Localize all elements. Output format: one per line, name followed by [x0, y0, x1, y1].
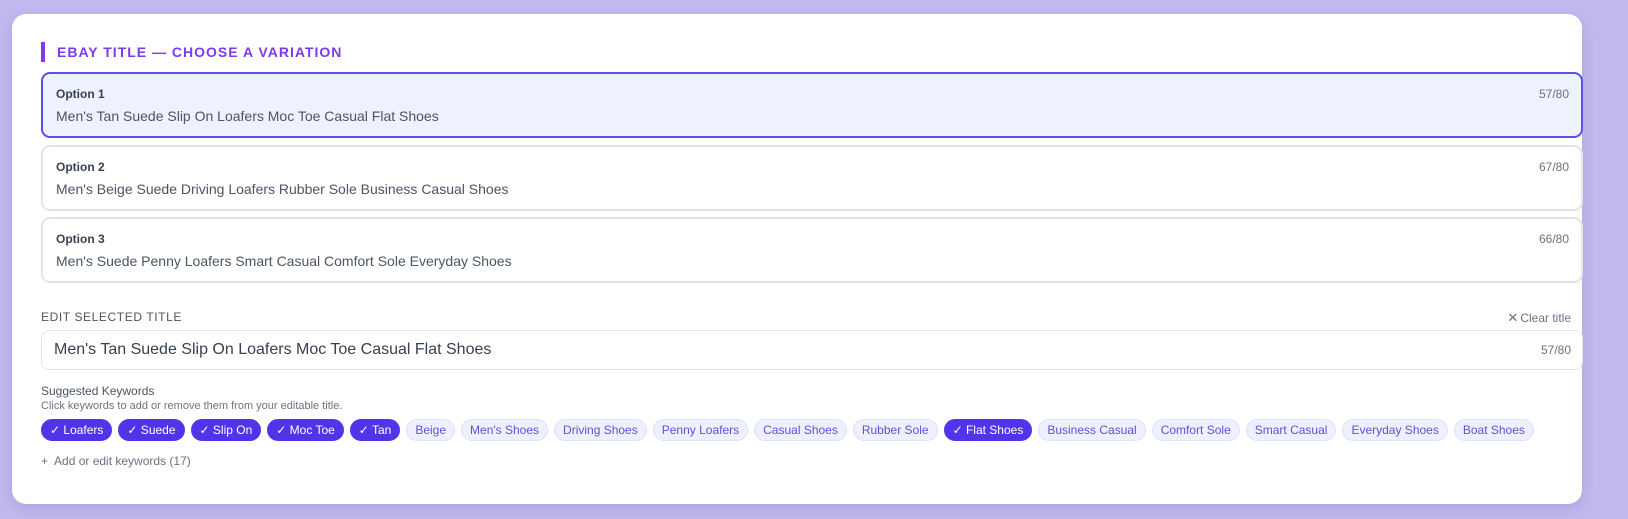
- plus-icon: +: [41, 454, 49, 468]
- keyword-chip[interactable]: Penny Loafers: [652, 419, 749, 441]
- keyword-chip[interactable]: Casual Shoes: [754, 419, 847, 441]
- option-title-text: Men's Tan Suede Slip On Loafers Moc Toe …: [56, 108, 439, 124]
- keyword-chip[interactable]: Comfort Sole: [1151, 419, 1240, 441]
- option-label: Option 3: [56, 232, 105, 246]
- keywords-subtext: Click keywords to add or remove them fro…: [41, 400, 343, 412]
- edit-title-label: EDIT SELECTED TITLE: [41, 310, 182, 324]
- keyword-chip[interactable]: Boat Shoes: [1453, 419, 1534, 441]
- keywords-heading: Suggested Keywords: [41, 384, 155, 398]
- keyword-chip[interactable]: Everyday Shoes: [1342, 419, 1448, 441]
- keyword-chip-list: ✓ Loafers ✓ Suede ✓ Slip On ✓ Moc Toe ✓ Tan B…: [41, 419, 1601, 441]
- option-title-text: Men's Beige Suede Driving Loafers Rubber…: [56, 181, 509, 197]
- keyword-chip[interactable]: ✓ Suede: [118, 419, 185, 441]
- keyword-chip[interactable]: ✓ Moc Toe: [267, 419, 344, 441]
- keyword-chip[interactable]: Smart Casual: [1245, 419, 1337, 441]
- add-keywords-label: Add or edit keywords (17): [54, 454, 191, 468]
- close-icon: ✕: [1507, 310, 1519, 325]
- keyword-chip[interactable]: Men's Shoes: [461, 419, 549, 441]
- keyword-chip[interactable]: Driving Shoes: [554, 419, 647, 441]
- option-char-count: 57/80: [1538, 87, 1569, 101]
- option-label: Option 2: [56, 160, 105, 174]
- title-option-3[interactable]: Option 3 66/80 Men's Suede Penny Loafers…: [41, 217, 1583, 283]
- clear-title-button[interactable]: ✕ Clear title: [1507, 310, 1571, 326]
- title-input-container: 57/80: [41, 330, 1583, 370]
- title-input[interactable]: [54, 331, 1454, 369]
- keyword-chip[interactable]: ✓ Loafers: [41, 419, 113, 441]
- title-char-count: 57/80: [1540, 343, 1571, 357]
- title-variation-card: EBAY TITLE — CHOOSE A VARIATION Option 1…: [12, 14, 1583, 504]
- add-keywords-button[interactable]: + Add or edit keywords (17): [41, 454, 191, 468]
- keyword-chip[interactable]: Beige: [406, 419, 456, 441]
- keyword-chip[interactable]: ✓ Slip On: [190, 419, 262, 441]
- keyword-chip[interactable]: Business Casual: [1038, 419, 1146, 441]
- option-char-count: 66/80: [1538, 232, 1569, 246]
- keyword-chip[interactable]: ✓ Tan: [349, 419, 401, 441]
- title-option-1[interactable]: Option 1 57/80 Men's Tan Suede Slip On L…: [41, 72, 1583, 138]
- section-title: EBAY TITLE — CHOOSE A VARIATION: [41, 42, 342, 62]
- option-char-count: 67/80: [1538, 160, 1569, 174]
- keyword-chip[interactable]: Rubber Sole: [852, 419, 938, 441]
- clear-title-label: Clear title: [1520, 311, 1571, 325]
- option-label: Option 1: [56, 87, 105, 101]
- keyword-chip[interactable]: ✓ Flat Shoes: [943, 419, 1033, 441]
- option-title-text: Men's Suede Penny Loafers Smart Casual C…: [56, 253, 512, 269]
- title-option-2[interactable]: Option 2 67/80 Men's Beige Suede Driving…: [41, 145, 1583, 211]
